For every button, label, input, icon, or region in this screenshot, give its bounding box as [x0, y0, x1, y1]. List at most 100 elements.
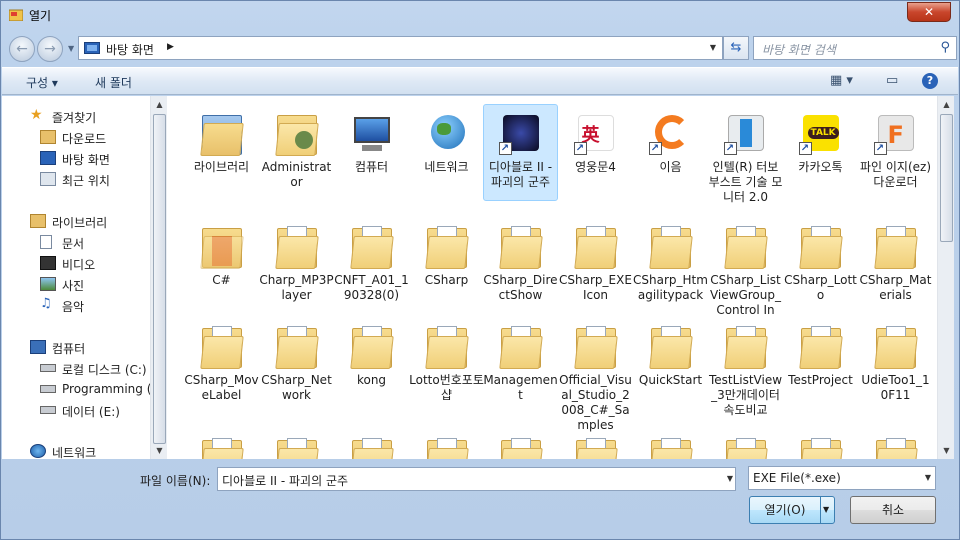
folder-item[interactable]: CSharp_DirectShow [483, 214, 558, 303]
content-scroll-thumb[interactable] [940, 114, 953, 242]
folder-item[interactable]: Official_Visual_Studio_2008_C#_Samples [558, 314, 633, 433]
folder-item[interactable] [633, 426, 708, 459]
folder-item[interactable]: CSharp_MoveLabel [184, 314, 259, 403]
folder-item[interactable]: CSharp_ListViewGroup_Control In [708, 214, 783, 318]
close-button[interactable]: ✕ [907, 2, 951, 22]
folder-icon [497, 222, 545, 270]
address-bar[interactable]: 바탕 화면 ▶ ▼ [78, 36, 723, 60]
sidebar-scrollbar[interactable]: ▲ ▼ [150, 96, 167, 459]
folder-icon [872, 322, 920, 370]
help-icon[interactable]: ? [922, 73, 938, 89]
folder-item[interactable] [708, 426, 783, 459]
title-bar[interactable]: 열기 ✕ [1, 1, 959, 31]
scroll-up-icon[interactable]: ▲ [938, 96, 955, 113]
shortcut-item[interactable]: ↗ 이음 [633, 101, 708, 175]
icon-part [648, 236, 693, 269]
desktop-icon [40, 151, 56, 165]
folder-item[interactable] [858, 426, 933, 459]
address-dropdown-icon[interactable]: ▼ [704, 37, 722, 59]
folder-icon [572, 222, 620, 270]
folder-item[interactable]: CSharp_Lotto [783, 214, 858, 303]
folder-item[interactable] [184, 426, 259, 459]
folder-red-icon [198, 222, 246, 270]
folder-item[interactable]: CNFT_A01_190328(0) [334, 214, 409, 303]
folder-item[interactable] [259, 426, 334, 459]
content-scrollbar[interactable]: ▲ ▼ [937, 96, 954, 459]
system-item[interactable]: 컴퓨터 [334, 101, 409, 175]
icon-part [873, 448, 918, 459]
sidebar-item-label: 사진 [62, 279, 85, 293]
icon-part [498, 236, 543, 269]
shortcut-item[interactable]: ↗ 디아블로 II - 파괴의 군주 [483, 101, 558, 201]
folder-item[interactable]: TestListView_3만개데이터 속도비교 [708, 314, 783, 418]
folder-icon [273, 222, 321, 270]
scroll-down-icon[interactable]: ▼ [151, 442, 168, 459]
folder-item[interactable]: CSharp_Network [259, 314, 334, 403]
refresh-button[interactable]: ⇆ [723, 36, 749, 60]
folder-icon [198, 322, 246, 370]
folder-icon [572, 322, 620, 370]
filename-dropdown-icon[interactable]: ▼ [727, 474, 733, 483]
folder-item[interactable]: CSharp [409, 214, 484, 288]
filename-field[interactable]: 디아블로 II - 파괴의 군주 ▼ [217, 467, 736, 491]
open-options-icon[interactable]: ▼ [823, 497, 829, 523]
icon-part [573, 336, 618, 369]
open-button[interactable]: 열기(O) ▼ [749, 496, 835, 524]
search-box[interactable]: 바탕 화면 검색 ⚲ [753, 36, 957, 60]
sidebar-scroll-thumb[interactable] [153, 114, 166, 444]
folder-item[interactable]: Charp_MP3Player [259, 214, 334, 303]
preview-pane-icon[interactable]: ▭ [886, 73, 898, 88]
scroll-down-icon[interactable]: ▼ [938, 442, 955, 459]
folder-item[interactable]: CSharp_Materials [858, 214, 933, 303]
icon-part [353, 117, 390, 143]
folder-item[interactable]: QuickStart [633, 314, 708, 388]
system-item[interactable]: Administrator [259, 101, 334, 190]
folder-item[interactable] [334, 426, 409, 459]
system-item[interactable]: 네트워크 [409, 101, 484, 175]
shortcut-item[interactable]: TALK ↗ 카카오톡 [783, 101, 858, 175]
system-item[interactable]: 라이브러리 [184, 101, 259, 175]
folder-item[interactable]: UdieToo1_10F11 [858, 314, 933, 403]
breadcrumb-chevron-icon[interactable]: ▶ [167, 42, 174, 52]
sidebar-item-label: 음악 [62, 300, 85, 314]
folder-item[interactable] [783, 426, 858, 459]
item-label: 영웅문4 [575, 160, 616, 174]
folder-item[interactable]: TestProject [783, 314, 858, 388]
back-arrow-icon[interactable]: ← [9, 36, 35, 62]
shortcut-item[interactable]: 英 ↗ 영웅문4 [558, 101, 633, 175]
split-divider [820, 497, 821, 523]
filetype-dropdown-icon[interactable]: ▼ [925, 473, 931, 482]
icon-part [349, 236, 394, 269]
icon-part [199, 123, 244, 156]
view-options-icon[interactable]: ▦ ▾ [830, 73, 853, 88]
folder-item[interactable] [558, 426, 633, 459]
folder-item[interactable]: CSharp_EXEIcon [558, 214, 633, 303]
filetype-select[interactable]: EXE File(*.exe) ▼ [748, 466, 936, 490]
folder-item[interactable] [409, 426, 484, 459]
folder-icon [423, 322, 471, 370]
folder-item[interactable]: Management [483, 314, 558, 403]
address-text[interactable]: 바탕 화면 [106, 41, 154, 58]
library-icon [198, 109, 246, 157]
folder-item[interactable]: C# [184, 214, 259, 288]
folder-item[interactable] [483, 426, 558, 459]
recent-pages-dropdown[interactable]: ▼ [68, 44, 74, 53]
filetype-value[interactable]: EXE File(*.exe) [753, 471, 841, 485]
forward-arrow-icon[interactable]: → [37, 36, 63, 62]
search-input[interactable]: 바탕 화면 검색 [762, 41, 836, 58]
new-folder-button[interactable]: 새 폴더 [95, 74, 132, 91]
scroll-up-icon[interactable]: ▲ [151, 96, 168, 113]
icon-part [723, 236, 768, 269]
folder-item[interactable]: kong [334, 314, 409, 388]
shortcut-arrow-icon: ↗ [873, 142, 887, 155]
organize-button[interactable]: 구성 ▾ [26, 74, 58, 91]
window-title: 열기 [29, 9, 52, 23]
filename-value[interactable]: 디아블로 II - 파괴의 군주 [222, 472, 348, 489]
search-icon[interactable]: ⚲ [940, 40, 950, 55]
shortcut-item[interactable]: F ↗ 파인 이지(ez) 다운로더 [858, 101, 933, 190]
folder-icon [273, 322, 321, 370]
folder-item[interactable]: Lotto번호포토샵 [409, 314, 484, 403]
cancel-button[interactable]: 취소 [850, 496, 936, 524]
shortcut-item[interactable]: ↗ 인텔(R) 터보 부스트 기술 모니터 2.0 [708, 101, 783, 205]
folder-item[interactable]: CSharp_Htmagilitypack [633, 214, 708, 303]
